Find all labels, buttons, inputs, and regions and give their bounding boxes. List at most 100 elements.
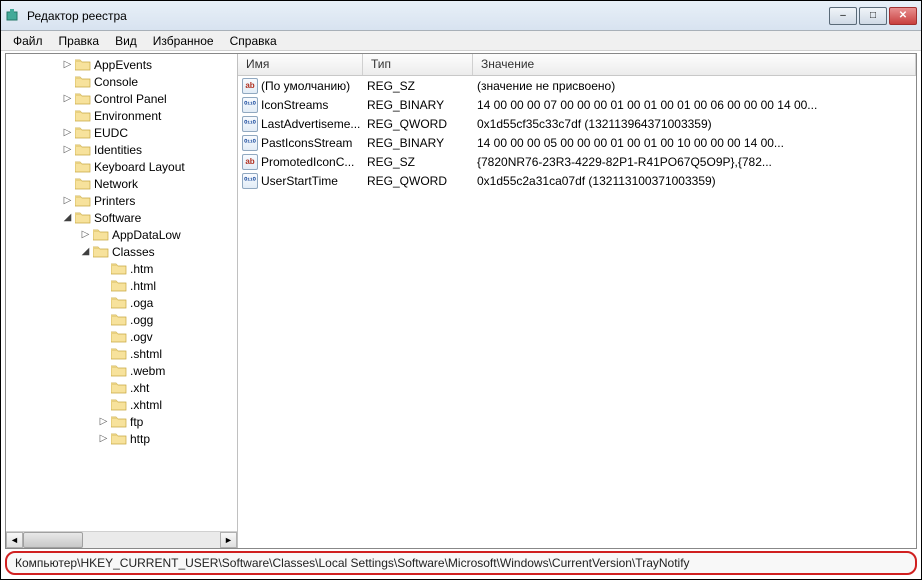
titlebar[interactable]: Редактор реестра – □ ✕ [1,1,921,31]
tree-item-label: ftp [130,415,143,429]
expand-icon[interactable]: ▷ [80,229,91,240]
tree-item[interactable]: .xht [6,379,237,396]
expand-icon[interactable]: ▷ [62,144,73,155]
tree-item-label: .webm [130,364,165,378]
folder-icon [75,75,91,88]
tree-item-label: Keyboard Layout [94,160,185,174]
tree-item[interactable]: Keyboard Layout [6,158,237,175]
tree-item-label: Software [94,211,141,225]
tree-item[interactable]: ◢Classes [6,243,237,260]
tree-item[interactable]: ▷ Identities [6,141,237,158]
collapse-icon[interactable]: ◢ [62,212,73,223]
tree-item[interactable]: ▷ Control Panel [6,90,237,107]
list-row[interactable]: ab(По умолчанию)REG_SZ(значение не присв… [238,76,916,95]
tree-item[interactable]: ◢ Software [6,209,237,226]
folder-icon [93,245,109,258]
tree-pane: ▷AppEventsConsole ▷ Control Panel Environme… [6,54,238,548]
binary-value-icon: ⁰¹¹⁰ [242,135,258,151]
value-type: REG_SZ [363,155,473,169]
tree-item-label: Environment [94,109,161,123]
value-type: REG_QWORD [363,117,473,131]
scroll-thumb[interactable] [23,532,83,548]
expand-icon[interactable]: ▷ [98,433,109,444]
menu-favorites[interactable]: Избранное [145,32,222,50]
tree-item[interactable]: .oga [6,294,237,311]
expand-icon[interactable]: ▷ [62,195,73,206]
folder-icon [75,143,91,156]
column-header-name[interactable]: Имя [238,54,363,75]
list-row[interactable]: ⁰¹¹⁰PastIconsStreamREG_BINARY14 00 00 00… [238,133,916,152]
tree-item-label: .xht [130,381,149,395]
registry-editor-window: Редактор реестра – □ ✕ Файл Правка Вид И… [1,1,921,579]
tree-item[interactable]: .ogv [6,328,237,345]
expand-icon[interactable]: ▷ [62,93,73,104]
menu-file[interactable]: Файл [5,32,51,50]
column-header-value[interactable]: Значение [473,54,916,75]
expand-icon[interactable]: ▷ [62,127,73,138]
tree-item[interactable]: .xhtml [6,396,237,413]
column-header-type[interactable]: Тип [363,54,473,75]
list-row[interactable]: ⁰¹¹⁰LastAdvertiseme...REG_QWORD0x1d55cf3… [238,114,916,133]
tree-item[interactable]: ▷AppDataLow [6,226,237,243]
value-data: 0x1d55c2a31ca07df (132113100371003359) [473,174,916,188]
tree-scroll[interactable]: ▷AppEventsConsole ▷ Control Panel Environme… [6,54,237,531]
tree-item[interactable]: .shtml [6,345,237,362]
binary-value-icon: ⁰¹¹⁰ [242,116,258,132]
folder-icon [111,398,127,411]
list-body[interactable]: ab(По умолчанию)REG_SZ(значение не присв… [238,76,916,548]
menu-view[interactable]: Вид [107,32,145,50]
expand-icon[interactable]: ▷ [98,416,109,427]
list-row[interactable]: ⁰¹¹⁰IconStreamsREG_BINARY14 00 00 00 07 … [238,95,916,114]
folder-icon [111,296,127,309]
tree-item[interactable]: Console [6,73,237,90]
scroll-right-button[interactable]: ► [220,532,237,548]
scroll-left-button[interactable]: ◄ [6,532,23,548]
tree-item[interactable]: ▷ EUDC [6,124,237,141]
folder-icon [75,126,91,139]
tree-item[interactable]: .webm [6,362,237,379]
folder-icon [111,364,127,377]
folder-icon [75,177,91,190]
body-area: ▷AppEventsConsole ▷ Control Panel Environme… [5,53,917,549]
tree-item[interactable]: ▷Printers [6,192,237,209]
tree-item[interactable]: .htm [6,260,237,277]
window-title: Редактор реестра [27,9,829,23]
statusbar: Компьютер\HKEY_CURRENT_USER\Software\Cla… [5,551,917,575]
folder-icon [75,160,91,173]
folder-icon [75,92,91,105]
tree-item[interactable]: Network [6,175,237,192]
tree-item-label: Control Panel [94,92,167,106]
status-path: Компьютер\HKEY_CURRENT_USER\Software\Cla… [15,556,690,570]
folder-icon [111,432,127,445]
close-button[interactable]: ✕ [889,7,917,25]
maximize-button[interactable]: □ [859,7,887,25]
tree-item-label: Identities [94,143,142,157]
tree-item-label: .ogv [130,330,153,344]
collapse-icon[interactable]: ◢ [80,246,91,257]
menu-edit[interactable]: Правка [51,32,108,50]
tree-item[interactable]: Environment [6,107,237,124]
minimize-button[interactable]: – [829,7,857,25]
value-name: UserStartTime [261,174,338,188]
folder-icon [111,381,127,394]
folder-icon [75,109,91,122]
tree-h-scrollbar[interactable]: ◄ ► [6,531,237,548]
value-data: 14 00 00 00 07 00 00 00 01 00 01 00 01 0… [473,98,916,112]
value-name: (По умолчанию) [261,79,350,93]
tree-item[interactable]: .ogg [6,311,237,328]
tree-item[interactable]: ▷ ftp [6,413,237,430]
folder-icon [111,262,127,275]
tree-item-label: .xhtml [130,398,162,412]
window-controls: – □ ✕ [829,7,917,25]
list-row[interactable]: abPromotedIconC...REG_SZ{7820NR76-23R3-4… [238,152,916,171]
list-pane: Имя Тип Значение ab(По умолчанию)REG_SZ(… [238,54,916,548]
scroll-track[interactable] [23,532,220,548]
tree-item[interactable]: ▷http [6,430,237,447]
tree-item[interactable]: .html [6,277,237,294]
menu-help[interactable]: Справка [222,32,285,50]
expand-icon[interactable]: ▷ [62,59,73,70]
tree-item-label: .htm [130,262,153,276]
list-row[interactable]: ⁰¹¹⁰UserStartTimeREG_QWORD0x1d55c2a31ca0… [238,171,916,190]
tree-item[interactable]: ▷AppEvents [6,56,237,73]
tree-item-label: EUDC [94,126,128,140]
